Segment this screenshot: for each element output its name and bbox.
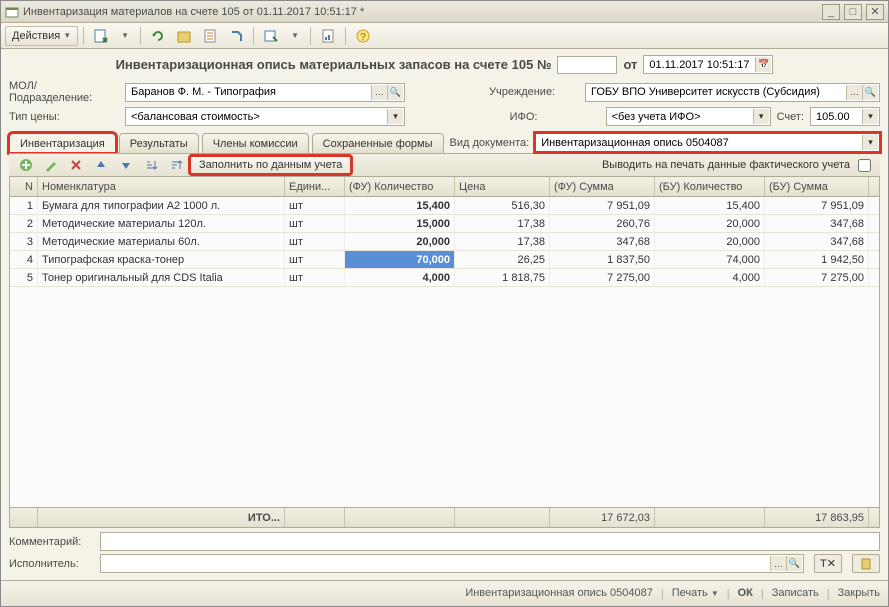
doctype-label: Вид документа: [450,137,530,149]
tb-post-icon[interactable] [89,26,113,46]
select-icon[interactable]: … [371,85,387,100]
calendar-icon[interactable]: 📅 [755,57,771,72]
tb-report-icon[interactable] [316,26,340,46]
tb-dropdown2-icon[interactable]: ▼ [285,26,305,46]
doc-date-field[interactable]: 📅 [643,55,773,74]
footer-fu-sum: 17 672,03 [550,508,655,527]
app-icon [5,5,19,19]
col-bu-sum[interactable]: (БУ) Сумма [765,177,869,196]
dropdown-icon[interactable]: ▾ [387,109,403,124]
dropdown-icon[interactable]: ▾ [862,135,878,150]
dropdown-icon[interactable]: ▾ [862,109,878,124]
actions-menu[interactable]: Действия▼ [5,26,78,46]
table-row[interactable]: 2Методические материалы 120л.шт15,00017,… [10,215,879,233]
col-fu-sum[interactable]: (ФУ) Сумма [550,177,655,196]
tab-inventory[interactable]: Инвентаризация [9,133,116,153]
maximize-button[interactable]: □ [844,4,862,20]
add-row-icon[interactable] [15,155,37,175]
grid: N Номенклатура Едини... (ФУ) Количество … [9,177,880,528]
doc-number-field[interactable] [557,56,617,74]
tab-saved-forms[interactable]: Сохраненные формы [312,133,444,153]
col-ed[interactable]: Едини... [285,177,345,196]
tab-commission[interactable]: Члены комиссии [202,133,309,153]
sort-asc-icon[interactable] [140,155,162,175]
comment-label: Комментарий: [9,536,94,548]
document-title-row: Инвентаризационная опись материальных за… [1,49,888,78]
select-icon[interactable]: … [846,85,862,100]
titlebar: Инвентаризация материалов на счете 105 о… [1,1,888,23]
ifo-field[interactable]: ▾ [606,107,771,126]
save-button[interactable]: Записать [772,587,819,600]
print-button[interactable]: Печать ▼ [672,587,719,600]
doctype-field[interactable]: ▾ [535,133,880,152]
statusbar: Инвентаризационная опись 0504087 | Печат… [1,580,888,606]
dropdown-icon[interactable]: ▾ [753,109,769,124]
select-icon[interactable]: … [770,556,786,571]
pricetype-field[interactable]: ▾ [125,107,405,126]
mol-field[interactable]: … 🔍 [125,83,405,102]
tb-base-icon[interactable] [259,26,283,46]
col-nom[interactable]: Номенклатура [38,177,285,196]
col-fu-qty[interactable]: (ФУ) Количество [345,177,455,196]
minimize-button[interactable]: _ [822,4,840,20]
col-price[interactable]: Цена [455,177,550,196]
grid-toolbar: Заполнить по данным учета Выводить на пе… [9,153,880,177]
document-title: Инвентаризационная опись материальных за… [116,57,552,72]
print-actual-checkbox-label[interactable]: Выводить на печать данные фактического у… [602,156,874,175]
footer-label: ИТО... [38,508,285,527]
ifo-label: ИФО: [510,111,600,123]
tb-refresh-icon[interactable] [146,26,170,46]
table-row[interactable]: 5Тонер оригинальный для CDS Italiaшт4,00… [10,269,879,287]
close-button-footer[interactable]: Закрыть [838,587,880,600]
clipboard-icon[interactable] [852,554,880,573]
window-title: Инвентаризация материалов на счете 105 о… [23,6,822,18]
tb-save-hold-icon[interactable] [172,26,196,46]
tb-list-icon[interactable] [198,26,222,46]
move-down-icon[interactable] [115,155,137,175]
edit-row-icon[interactable] [40,155,62,175]
status-doc[interactable]: Инвентаризационная опись 0504087 [465,587,653,600]
open-icon[interactable]: 🔍 [862,85,878,100]
executor-label: Исполнитель: [9,558,94,570]
comment-field[interactable] [100,532,880,551]
main-toolbar: Действия▼ ▼ ▼ ? [1,23,888,49]
fill-by-accounting-button[interactable]: Заполнить по данным учета [190,156,351,174]
acct-label: Счет: [777,111,804,123]
from-label: от [623,57,637,72]
sort-desc-icon[interactable] [165,155,187,175]
footer-bu-sum: 17 863,95 [765,508,869,527]
tb-link-icon[interactable] [224,26,248,46]
move-up-icon[interactable] [90,155,112,175]
print-actual-checkbox[interactable] [858,159,871,172]
pricetype-label: Тип цены: [9,111,119,123]
acct-field[interactable]: ▾ [810,107,880,126]
tb-dropdown-icon[interactable]: ▼ [115,26,135,46]
open-icon[interactable]: 🔍 [786,556,802,571]
table-row[interactable]: 4Типографская краска-тонершт70,00026,251… [10,251,879,269]
tab-results[interactable]: Результаты [119,133,199,153]
executor-field[interactable]: … 🔍 [100,554,804,573]
clear-text-button[interactable]: T✕ [814,554,842,573]
ok-button[interactable]: ОК [738,587,753,600]
table-row[interactable]: 3Методические материалы 60л.шт20,00017,3… [10,233,879,251]
svg-text:?: ? [360,32,366,43]
mol-label: МОЛ/Подразделение: [9,80,119,104]
delete-row-icon[interactable] [65,155,87,175]
open-icon[interactable]: 🔍 [387,85,403,100]
close-button[interactable]: ✕ [866,4,884,20]
col-bu-qty[interactable]: (БУ) Количество [655,177,765,196]
help-icon[interactable]: ? [351,26,375,46]
org-label: Учреждение: [489,86,579,98]
col-n[interactable]: N [10,177,38,196]
org-field[interactable]: … 🔍 [585,83,880,102]
table-row[interactable]: 1Бумага для типографии А2 1000 л.шт15,40… [10,197,879,215]
